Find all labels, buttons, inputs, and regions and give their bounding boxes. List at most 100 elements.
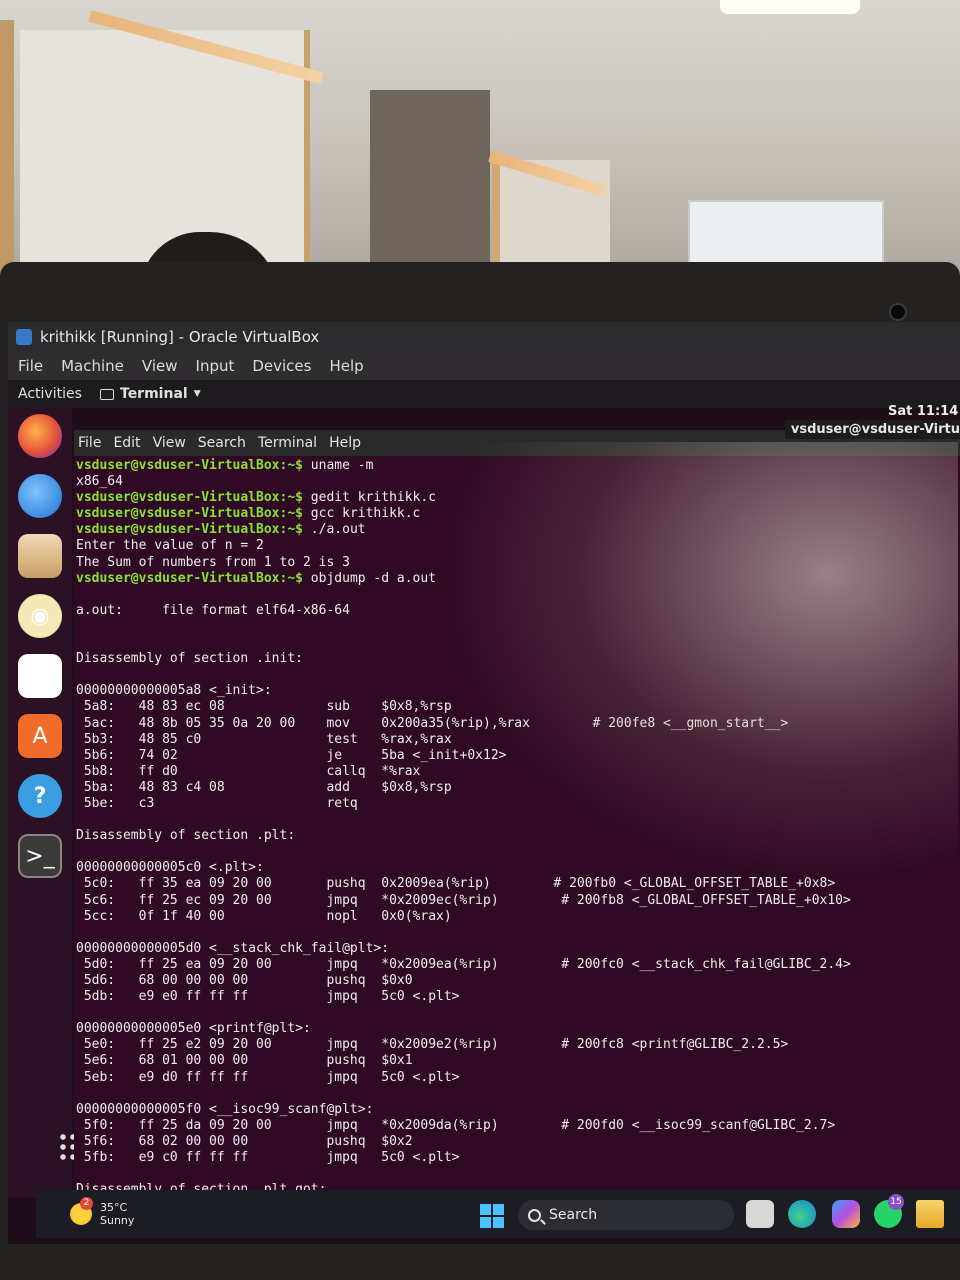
shell-command: uname -m bbox=[302, 458, 374, 473]
terminal-output-line: The Sum of numbers from 1 to 2 is 3 bbox=[76, 555, 956, 571]
virtualbox-titlebar[interactable]: krithikk [Running] - Oracle VirtualBox bbox=[8, 322, 960, 352]
doorway bbox=[370, 90, 490, 280]
windows-start-icon[interactable] bbox=[480, 1204, 504, 1228]
terminal-output-line bbox=[76, 1086, 956, 1102]
terminal-output-line bbox=[76, 844, 956, 860]
vbox-menu-help[interactable]: Help bbox=[329, 357, 363, 375]
terminal-output-line: 00000000000005a8 <_init>: bbox=[76, 683, 956, 699]
virtualbox-menubar: File Machine View Input Devices Help bbox=[8, 352, 960, 380]
clock[interactable]: Sat 11:14 bbox=[888, 404, 958, 419]
taskbar-search[interactable]: Search bbox=[518, 1200, 734, 1230]
output-text: 5e6: 68 01 00 00 00 pushq $0x1 bbox=[76, 1053, 413, 1069]
term-menu-file[interactable]: File bbox=[78, 435, 101, 451]
vbox-menu-view[interactable]: View bbox=[142, 357, 178, 375]
weather-temp: 35°C bbox=[100, 1201, 128, 1214]
terminal-output-line: 5a8: 48 83 ec 08 sub $0x8,%rsp bbox=[76, 699, 956, 715]
file-explorer-icon[interactable] bbox=[916, 1200, 944, 1228]
terminal-command-line: vsduser@vsduser-VirtualBox:~$ objdump -d… bbox=[76, 571, 956, 587]
weather-desc: Sunny bbox=[100, 1214, 135, 1227]
shell-command: gcc krithikk.c bbox=[302, 506, 421, 522]
term-menu-search[interactable]: Search bbox=[198, 435, 246, 451]
output-text: 5c0: ff 35 ea 09 20 00 pushq 0x2009ea(%r… bbox=[76, 876, 836, 892]
output-text: 00000000000005a8 <_init>: bbox=[76, 683, 272, 699]
activities-button[interactable]: Activities bbox=[8, 386, 100, 402]
terminal-small-icon bbox=[100, 388, 114, 400]
output-text: 00000000000005c0 <.plt>: bbox=[76, 860, 264, 876]
terminal-output-line: 5db: e9 e0 ff ff ff jmpq 5c0 <.plt> bbox=[76, 989, 956, 1005]
search-icon bbox=[528, 1208, 541, 1222]
terminal-output-line: 5b3: 48 85 c0 test %rax,%rax bbox=[76, 732, 956, 748]
shell-prompt: vsduser@vsduser-VirtualBox:~$ bbox=[76, 506, 303, 522]
terminal-output-line bbox=[76, 667, 956, 683]
shell-command: objdump -d a.out bbox=[302, 570, 437, 586]
terminal-output-line: 5b8: ff d0 callq *%rax bbox=[76, 764, 956, 780]
whatsapp-badge: 15 bbox=[888, 1194, 904, 1210]
output-text: 5be: c3 retq bbox=[76, 795, 358, 811]
terminal-output-line: 5be: c3 retq bbox=[76, 796, 956, 812]
terminal-output-line: 5eb: e9 d0 ff ff ff jmpq 5c0 <.plt> bbox=[76, 1070, 956, 1086]
terminal-output-line: Disassembly of section .init: bbox=[76, 651, 956, 667]
terminal-command-line: vsduser@vsduser-VirtualBox:~$ gcc krithi… bbox=[76, 506, 956, 522]
term-menu-edit[interactable]: Edit bbox=[113, 435, 140, 451]
output-text: The Sum of numbers from 1 to 2 is 3 bbox=[76, 554, 350, 570]
output-text: Enter the value of n = 2 bbox=[76, 538, 264, 554]
terminal-output-line: 5fb: e9 c0 ff ff ff jmpq 5c0 <.plt> bbox=[76, 1150, 956, 1166]
terminal-output-line: Enter the value of n = 2 bbox=[76, 538, 956, 554]
output-text: x86_64 bbox=[76, 474, 123, 490]
output-text: 5fb: e9 c0 ff ff ff jmpq 5c0 <.plt> bbox=[76, 1150, 460, 1166]
term-menu-help[interactable]: Help bbox=[329, 435, 361, 451]
terminal-output[interactable]: vsduser@vsduser-VirtualBox:~$ uname -m x8… bbox=[76, 458, 956, 1198]
terminal-output-line: 00000000000005e0 <printf@plt>: bbox=[76, 1021, 956, 1037]
weather-widget[interactable]: 2 35°C Sunny bbox=[70, 1197, 134, 1227]
terminal-icon[interactable]: >_ bbox=[18, 834, 62, 878]
writer-icon[interactable] bbox=[18, 654, 62, 698]
thunderbird-icon[interactable] bbox=[18, 474, 62, 518]
software-center-icon[interactable]: A bbox=[18, 714, 62, 758]
terminal-window[interactable]: File Edit View Search Terminal Help vsdu… bbox=[74, 420, 960, 1198]
term-menu-view[interactable]: View bbox=[153, 435, 186, 451]
output-text: a.out: file format elf64-x86-64 bbox=[76, 602, 350, 618]
virtualbox-window-title: krithikk [Running] - Oracle VirtualBox bbox=[40, 328, 320, 346]
edge-icon[interactable] bbox=[788, 1200, 816, 1228]
copilot-icon[interactable] bbox=[832, 1200, 860, 1228]
terminal-output-line: 5b6: 74 02 je 5ba <_init+0x12> bbox=[76, 748, 956, 764]
app-menu-terminal[interactable]: Terminal ▼ bbox=[100, 386, 201, 402]
ceiling-light bbox=[720, 0, 860, 14]
webcam bbox=[889, 303, 907, 321]
terminal-output-line: 5ba: 48 83 c4 08 add $0x8,%rsp bbox=[76, 780, 956, 796]
shell-prompt: vsduser@vsduser-VirtualBox:~$ bbox=[76, 522, 303, 538]
room-background bbox=[0, 0, 960, 300]
firefox-icon[interactable] bbox=[18, 414, 62, 458]
output-text: 00000000000005e0 <printf@plt>: bbox=[76, 1021, 311, 1037]
terminal-output-line bbox=[76, 587, 956, 603]
output-text: 5db: e9 e0 ff ff ff jmpq 5c0 <.plt> bbox=[76, 989, 460, 1005]
term-menu-terminal[interactable]: Terminal bbox=[258, 435, 317, 451]
output-text: 5b8: ff d0 callq *%rax bbox=[76, 763, 421, 779]
terminal-output-line: x86_64 bbox=[76, 474, 956, 490]
files-icon[interactable] bbox=[18, 534, 62, 578]
terminal-output-line: 00000000000005f0 <__isoc99_scanf@plt>: bbox=[76, 1102, 956, 1118]
vbox-menu-devices[interactable]: Devices bbox=[252, 357, 311, 375]
terminal-output-line: 5ac: 48 8b 05 35 0a 20 00 mov 0x200a35(%… bbox=[76, 716, 956, 732]
shell-prompt: vsduser@vsduser-VirtualBox:~$ bbox=[76, 458, 303, 473]
rhythmbox-icon[interactable]: ◉ bbox=[18, 594, 62, 638]
chevron-down-icon: ▼ bbox=[193, 389, 201, 399]
terminal-command-line: vsduser@vsduser-VirtualBox:~$ gedit krit… bbox=[76, 490, 956, 506]
vbox-menu-input[interactable]: Input bbox=[196, 357, 235, 375]
terminal-output-line bbox=[76, 925, 956, 941]
terminal-output-line: 5f0: ff 25 da 09 20 00 jmpq *0x2009da(%r… bbox=[76, 1118, 956, 1134]
sunny-weather-icon: 2 bbox=[70, 1197, 93, 1225]
terminal-output-line bbox=[76, 635, 956, 651]
vbox-menu-file[interactable]: File bbox=[18, 357, 43, 375]
help-icon[interactable]: ? bbox=[18, 774, 62, 818]
terminal-output-line: a.out: file format elf64-x86-64 bbox=[76, 603, 956, 619]
shell-command: ./a.out bbox=[302, 522, 366, 538]
output-text: 5eb: e9 d0 ff ff ff jmpq 5c0 <.plt> bbox=[76, 1069, 460, 1085]
weather-text: 35°C Sunny bbox=[100, 1201, 134, 1227]
virtualbox-logo-icon bbox=[16, 329, 32, 345]
terminal-output-line: 5e6: 68 01 00 00 00 pushq $0x1 bbox=[76, 1053, 956, 1069]
vbox-menu-machine[interactable]: Machine bbox=[61, 357, 124, 375]
terminal-output-line: 00000000000005c0 <.plt>: bbox=[76, 860, 956, 876]
terminal-output-line: Disassembly of section .plt: bbox=[76, 828, 956, 844]
virtualbox-icon[interactable] bbox=[746, 1200, 774, 1228]
